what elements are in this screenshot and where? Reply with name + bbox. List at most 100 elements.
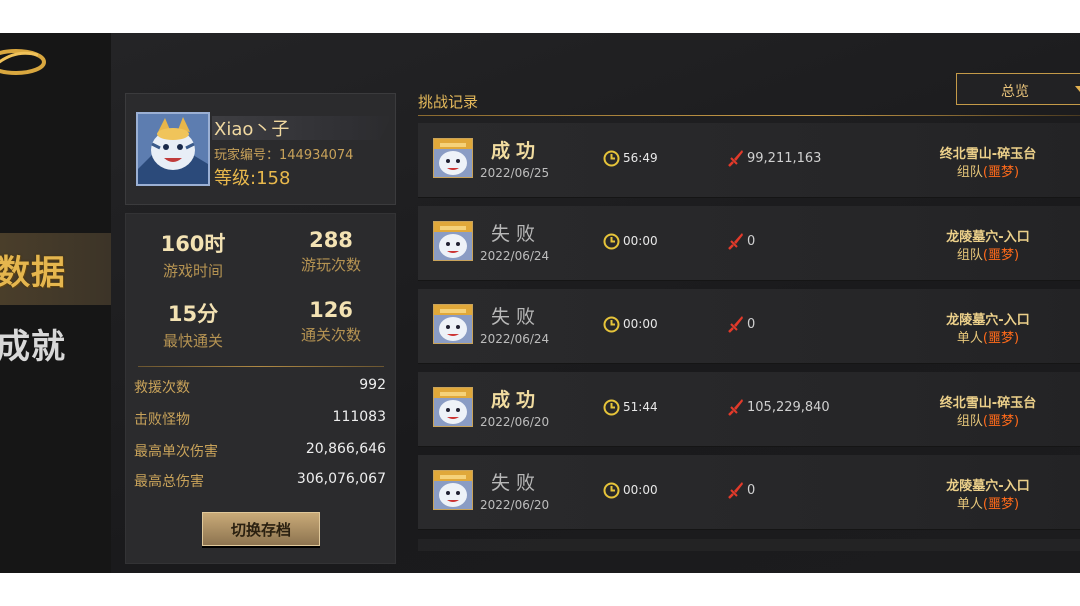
avatar [136,112,210,186]
profile-card: Xiao丶子 玩家编号：144934074 等级:158 [125,93,396,205]
record-duration-value: 00:00 [623,234,658,248]
record-mode: 单人(噩梦) [908,493,1068,512]
record-damage-value: 99,211,163 [747,151,822,166]
stat-row-value: 111083 [332,409,386,425]
stat-play-count-label: 游玩次数 [300,256,361,274]
record-difficulty: (噩梦) [982,331,1020,346]
record-difficulty: (噩梦) [982,497,1020,512]
stat-row-value: 306,076,067 [296,471,386,487]
clock-icon [603,482,620,502]
tiger-avatar-icon [138,114,208,184]
record-row[interactable]: 失败 2022/06/24 00:00 0 龙陵墓穴-入口 单人(噩梦) [418,289,1080,364]
record-result: 成功 [491,389,542,411]
record-duration-value: 00:00 [623,317,658,331]
nav-item-data-label: 数据 [0,253,66,293]
record-mode-type: 单人 [956,497,983,512]
record-character-thumbnail [433,138,473,178]
record-character-thumbnail [433,387,473,427]
stat-fastest-value: 15分 [167,302,219,326]
record-mode-type: 组队 [956,248,983,263]
record-date: 2022/06/20 [480,415,550,429]
stat-clear-count: 126 通关次数 [264,298,398,345]
record-row[interactable]: 失败 2022/06/24 00:00 0 龙陵墓穴-入口 组队(噩梦) [418,206,1080,281]
stat-row-value: 992 [359,377,386,393]
overview-dropdown-label: 总览 [1001,84,1029,100]
stat-row: 最高总伤害 306,076,067 [134,471,386,491]
chevron-down-icon [1075,86,1080,92]
stat-row-label: 击败怪物 [134,412,190,428]
stats-divider [138,366,384,367]
record-location: 终北雪山-碎玉台 [939,147,1037,162]
nav-item-achievements[interactable]: 成就 [0,309,111,375]
clock-icon [603,316,620,336]
stat-clear-count-label: 通关次数 [300,326,361,344]
record-mode: 组队(噩梦) [908,410,1068,429]
player-id: 玩家编号：144934074 [214,148,354,163]
record-mode: 单人(噩梦) [908,327,1068,346]
record-location: 龙陵墓穴-入口 [946,479,1030,494]
switch-save-button[interactable]: 切换存档 [202,512,320,546]
nav-item-achievements-label: 成就 [0,327,66,367]
record-location: 终北雪山-碎玉台 [939,396,1037,411]
record-mode: 组队(噩梦) [908,161,1068,180]
game-screen: 数据 成就 Xiao丶子 玩家编号：144934074 等级:158 160时 … [0,33,1080,573]
game-logo-icon [0,49,46,75]
overview-dropdown[interactable]: 总览 [956,73,1080,105]
player-name: Xiao丶子 [214,119,290,140]
records-title: 挑战记录 [418,93,479,111]
record-mode: 组队(噩梦) [908,244,1068,263]
stat-fastest-label: 最快通关 [162,332,223,350]
side-nav: 数据 成就 [0,33,111,573]
stat-row-label: 最高总伤害 [134,474,204,490]
record-result: 失败 [491,306,542,328]
stats-panel: 160时 游戏时间 288 游玩次数 15分 最快通关 126 通关次数 救援次… [125,213,396,564]
record-damage-value: 0 [747,317,756,332]
stat-row-label: 最高单次伤害 [134,444,218,460]
sword-icon [728,481,744,503]
records-list-fade [418,539,1080,551]
record-duration-value: 00:00 [623,483,658,497]
sword-icon [728,149,744,171]
record-location: 龙陵墓穴-入口 [946,230,1030,245]
stat-row: 最高单次伤害 20,866,646 [134,441,386,461]
record-date: 2022/06/24 [480,249,550,263]
record-character-thumbnail [433,221,473,261]
stat-play-count: 288 游玩次数 [264,228,398,275]
record-date: 2022/06/20 [480,498,550,512]
record-difficulty: (噩梦) [982,248,1020,263]
record-character-thumbnail [433,304,473,344]
stat-clear-count-value: 126 [309,298,353,322]
nav-item-data[interactable]: 数据 [0,233,111,305]
record-row[interactable]: 失败 2022/06/20 00:00 0 龙陵墓穴-入口 单人(噩梦) [418,455,1080,530]
stat-row-label: 救援次数 [134,380,190,396]
stat-row: 救援次数 992 [134,377,386,397]
clock-icon [603,399,620,419]
stat-row-value: 20,866,646 [305,441,386,457]
sword-icon [728,232,744,254]
clock-icon [603,150,620,170]
record-damage-value: 0 [747,234,756,249]
record-damage-value: 0 [747,483,756,498]
stat-fastest: 15分 最快通关 [126,298,260,351]
stat-play-time: 160时 游戏时间 [126,228,260,281]
main-panel: Xiao丶子 玩家编号：144934074 等级:158 160时 游戏时间 2… [111,33,1080,573]
record-location: 龙陵墓穴-入口 [946,313,1030,328]
sword-icon [728,398,744,420]
stat-play-time-label: 游戏时间 [162,262,223,280]
record-mode-type: 单人 [956,331,983,346]
record-difficulty: (噩梦) [982,165,1020,180]
record-mode-type: 组队 [956,165,983,180]
record-result: 成功 [491,140,542,162]
stat-play-time-value: 160时 [160,232,226,256]
record-row[interactable]: 成功 2022/06/20 51:44 105,229,840 终北雪山-碎玉台 组队(噩… [418,372,1080,447]
records-title-line [418,115,1080,116]
record-difficulty: (噩梦) [982,414,1020,429]
record-duration-value: 51:44 [623,400,658,414]
record-mode-type: 组队 [956,414,983,429]
stat-play-count-value: 288 [309,228,353,252]
player-level: 等级:158 [214,168,291,189]
record-duration-value: 56:49 [623,151,658,165]
record-date: 2022/06/25 [480,166,550,180]
record-row[interactable]: 成功 2022/06/25 56:49 99,211,163 终北雪山-碎玉台 组队(噩梦… [418,123,1080,198]
record-result: 失败 [491,472,542,494]
